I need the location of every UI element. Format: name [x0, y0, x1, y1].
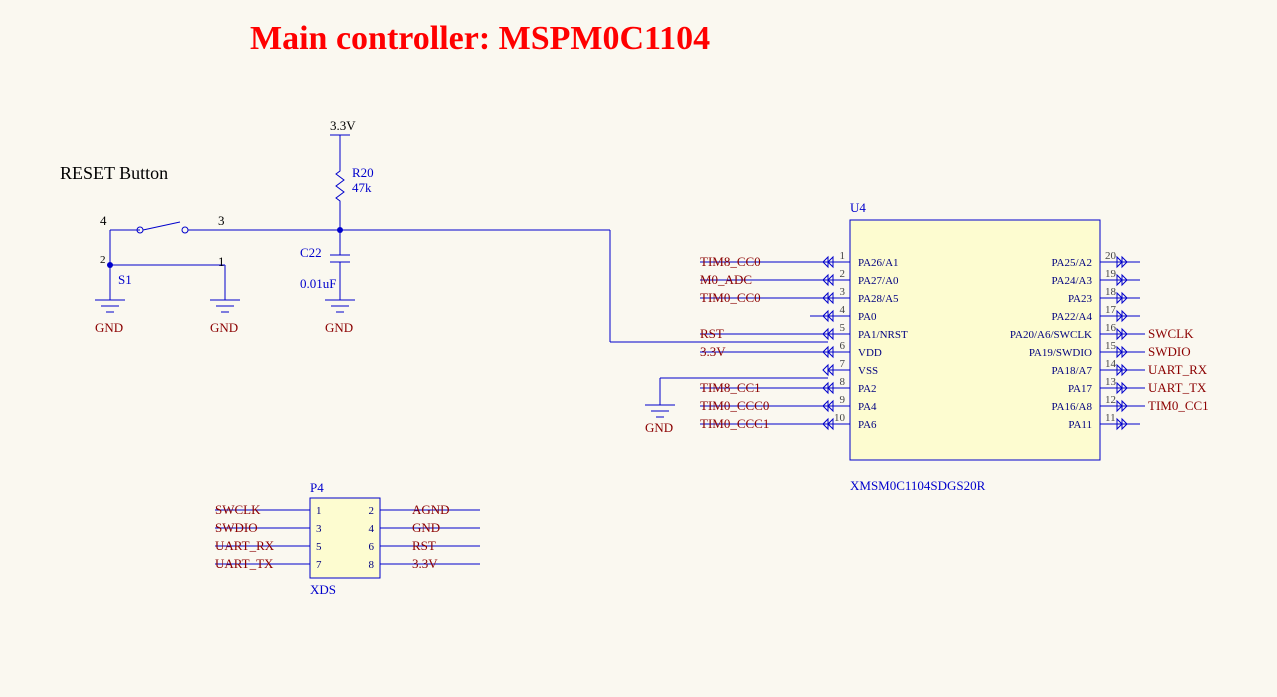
s1-pin2: 2	[100, 254, 106, 266]
svg-text:3: 3	[840, 286, 846, 298]
gnd-label: GND	[325, 320, 353, 336]
p4-ref: P4	[310, 480, 324, 496]
svg-text:6: 6	[840, 340, 846, 352]
net-label: UART_TX	[1148, 380, 1206, 396]
svg-text:9: 9	[840, 394, 846, 406]
svg-text:PA28/A5: PA28/A5	[858, 293, 899, 305]
svg-text:16: 16	[1105, 322, 1117, 334]
s1-pin1: 1	[218, 254, 225, 270]
svg-text:1: 1	[316, 505, 322, 517]
gnd-label: GND	[95, 320, 123, 336]
net-label: TIM0_CCC1	[700, 416, 769, 432]
c22-val: 0.01uF	[300, 276, 336, 292]
svg-text:VDD: VDD	[858, 347, 882, 359]
svg-text:8: 8	[840, 376, 846, 388]
svg-text:14: 14	[1105, 358, 1117, 370]
svg-text:18: 18	[1105, 286, 1117, 298]
gnd-label: GND	[645, 420, 673, 436]
u4-ref: U4	[850, 200, 866, 216]
net-label: TIM0_CCC0	[700, 398, 769, 414]
net-label: TIM0_CC0	[700, 290, 761, 306]
svg-text:13: 13	[1105, 376, 1117, 388]
svg-text:PA6: PA6	[858, 419, 877, 431]
svg-text:PA23: PA23	[1068, 293, 1093, 305]
svg-text:PA25/A2: PA25/A2	[1051, 257, 1092, 269]
v33-label: 3.3V	[330, 118, 356, 134]
net-label: GND	[412, 520, 440, 536]
net-label: AGND	[412, 502, 450, 518]
svg-text:5: 5	[840, 322, 846, 334]
svg-text:PA17: PA17	[1068, 383, 1093, 395]
net-label: SWDIO	[1148, 344, 1191, 360]
gnd-symbol	[325, 300, 355, 312]
net-label: SWCLK	[1148, 326, 1194, 342]
svg-text:6: 6	[369, 541, 375, 553]
net-label: RST	[412, 538, 436, 554]
svg-text:7: 7	[316, 559, 322, 571]
c22-ref: C22	[300, 245, 322, 261]
svg-text:PA22/A4: PA22/A4	[1051, 311, 1092, 323]
gnd-label: GND	[210, 320, 238, 336]
svg-text:3: 3	[316, 523, 322, 535]
r20-val: 47k	[352, 180, 372, 196]
svg-text:12: 12	[1105, 394, 1116, 406]
svg-text:20: 20	[1105, 250, 1117, 262]
svg-text:17: 17	[1105, 304, 1117, 316]
svg-text:19: 19	[1105, 268, 1117, 280]
svg-text:PA4: PA4	[858, 401, 877, 413]
gnd-symbol	[95, 300, 125, 312]
svg-text:5: 5	[316, 541, 322, 553]
svg-text:2: 2	[369, 505, 375, 517]
net-label: RST	[700, 326, 724, 342]
u4-part: XMSM0C1104SDGS20R	[850, 478, 985, 494]
svg-text:PA20/A6/SWCLK: PA20/A6/SWCLK	[1010, 329, 1092, 341]
switch-lever	[143, 222, 180, 230]
svg-text:PA18/A7: PA18/A7	[1051, 365, 1092, 377]
gnd-symbol	[210, 300, 240, 312]
net-label: UART_RX	[1148, 362, 1207, 378]
net-label: TIM8_CC0	[700, 254, 761, 270]
svg-text:PA2: PA2	[858, 383, 877, 395]
resistor-r20	[336, 165, 344, 207]
net-label: SWDIO	[215, 520, 258, 536]
p4-part: XDS	[310, 582, 336, 598]
svg-text:PA16/A8: PA16/A8	[1051, 401, 1092, 413]
s1-pin4: 4	[100, 213, 107, 229]
net-label: UART_RX	[215, 538, 274, 554]
svg-text:4: 4	[840, 304, 846, 316]
net-label: TIM8_CC1	[700, 380, 761, 396]
sw-contact	[182, 227, 188, 233]
net-label: TIM0_CC1	[1148, 398, 1209, 414]
svg-text:VSS: VSS	[858, 365, 878, 377]
net-label: UART_TX	[215, 556, 273, 572]
svg-text:7: 7	[840, 358, 846, 370]
net-label: 3.3V	[700, 344, 726, 360]
r20-ref: R20	[352, 165, 374, 181]
svg-text:PA26/A1: PA26/A1	[858, 257, 899, 269]
svg-text:8: 8	[369, 559, 375, 571]
net-label: 3.3V	[412, 556, 438, 572]
svg-text:15: 15	[1105, 340, 1117, 352]
svg-text:10: 10	[834, 412, 846, 424]
gnd-symbol	[645, 405, 675, 417]
svg-text:PA27/A0: PA27/A0	[858, 275, 899, 287]
svg-text:1: 1	[840, 250, 846, 262]
svg-text:PA11: PA11	[1068, 419, 1092, 431]
svg-text:4: 4	[369, 523, 375, 535]
svg-text:PA0: PA0	[858, 311, 877, 323]
svg-text:PA24/A3: PA24/A3	[1051, 275, 1092, 287]
s1-pin3: 3	[218, 213, 225, 229]
svg-text:PA1/NRST: PA1/NRST	[858, 329, 908, 341]
svg-text:PA19/SWDIO: PA19/SWDIO	[1029, 347, 1092, 359]
svg-text:11: 11	[1105, 412, 1116, 424]
svg-text:2: 2	[840, 268, 846, 280]
net-label: SWCLK	[215, 502, 261, 518]
net-label: M0_ADC	[700, 272, 752, 288]
s1-ref: S1	[118, 272, 132, 288]
